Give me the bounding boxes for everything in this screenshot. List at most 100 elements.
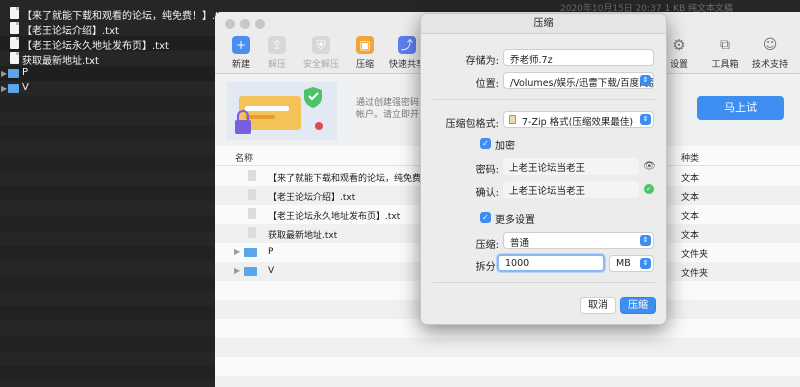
save-as-label: 存储为:: [465, 56, 499, 67]
settings-label: 设置: [669, 60, 688, 70]
banner-text: 通过创建强密码帐户。请立即开: [356, 98, 420, 120]
compress-dialog: 压缩 存储为: 乔老师.7z 位置: /Volumes/娱乐/迅雷下载/百度网盘…: [420, 13, 667, 325]
row-name: 获取最新地址.txt: [268, 231, 338, 241]
shield-icon: ⛨: [312, 36, 330, 54]
save-as-input[interactable]: 乔老师.7z: [503, 49, 654, 66]
new-button[interactable]: + 新建: [221, 36, 261, 70]
extract-icon: ⇪: [268, 36, 286, 54]
split-unit-value: MB: [616, 258, 631, 269]
disclosure-triangle-icon[interactable]: ▶: [1, 84, 7, 93]
desktop-item[interactable]: 【来了就能下载和观看的论坛，纯免费！】.txt: [0, 6, 229, 22]
folder-icon: [8, 69, 19, 78]
support-label: 技术支持: [751, 60, 788, 70]
compress-button[interactable]: ▣ 压缩: [345, 36, 385, 70]
new-label: 新建: [231, 60, 250, 70]
folder-icon: [244, 248, 257, 257]
compress-label: 压缩: [355, 60, 374, 70]
location-select[interactable]: /Volumes/娱乐/迅雷下载/百度网盘... ⇕: [503, 72, 654, 89]
close-window-button[interactable]: [225, 19, 235, 29]
confirm-password-input[interactable]: 上老王论坛当老王: [503, 181, 639, 198]
folder-icon: [244, 267, 257, 276]
desktop-item[interactable]: ▶ P: [0, 66, 215, 81]
desktop-item-label: V: [22, 82, 29, 93]
row-kind: 文件夹: [681, 250, 709, 260]
toolbox-label: 工具箱: [711, 60, 739, 70]
desktop-item[interactable]: 获取最新地址.txt: [0, 51, 215, 67]
empty-row: [0, 306, 215, 321]
format-value: 7-Zip 格式(压缩效果最佳): [522, 117, 634, 128]
safe-extract-label: 安全解压: [302, 60, 339, 70]
disclosure-triangle-icon[interactable]: ▶: [234, 247, 240, 256]
extract-button[interactable]: ⇪ 解压: [257, 36, 297, 70]
empty-row: [0, 366, 215, 381]
share-icon: ⤴: [398, 36, 416, 54]
compression-label: 压缩:: [475, 240, 499, 251]
minimize-window-button[interactable]: [240, 19, 250, 29]
row-kind: 文本: [681, 212, 700, 222]
empty-row: [0, 96, 215, 111]
row-kind: 文件夹: [681, 269, 709, 279]
desktop-item-label: 获取最新地址.txt: [22, 56, 99, 67]
divider: [433, 282, 655, 283]
folder-icon: [8, 84, 19, 93]
chevron-updown-icon: ⇕: [640, 258, 651, 269]
desktop-item[interactable]: 【老王论坛永久地址发布页】.txt: [0, 36, 215, 52]
divider: [433, 99, 655, 100]
split-size-input[interactable]: 1000: [497, 254, 605, 272]
row-kind: 文本: [681, 193, 700, 203]
dialog-title: 压缩: [421, 14, 666, 34]
zoom-window-button[interactable]: [255, 19, 265, 29]
more-settings-checkbox[interactable]: ✓: [480, 212, 491, 223]
row-kind: 文本: [681, 174, 700, 184]
text-file-icon: [248, 170, 256, 181]
column-header-name[interactable]: 名称: [235, 151, 253, 164]
support-button[interactable]: ☺ 技术支持: [744, 36, 796, 70]
disclosure-triangle-icon[interactable]: ▶: [234, 266, 240, 275]
empty-row: [0, 156, 215, 171]
toolbox-button[interactable]: ⧉ 工具箱: [705, 36, 745, 70]
password-input[interactable]: 上老王论坛当老王: [503, 158, 639, 175]
empty-row: [0, 186, 215, 201]
text-file-icon: [248, 208, 256, 219]
split-unit-select[interactable]: MB ⇕: [609, 255, 654, 272]
empty-row: [0, 246, 215, 261]
cancel-button[interactable]: 取消: [580, 297, 616, 314]
desktop-item-label: 【来了就能下载和观看的论坛，纯免费！】.txt: [22, 11, 229, 22]
archive-icon: [509, 115, 516, 124]
row-name: 【来了就能下载和观看的论坛，纯免费！】: [268, 174, 440, 184]
check-circle-icon: ✓: [644, 184, 654, 194]
safe-extract-button[interactable]: ⛨ 安全解压: [301, 36, 341, 70]
text-file-icon: [248, 189, 256, 200]
desktop-item[interactable]: 【老王论坛介绍】.txt: [0, 21, 215, 37]
desktop-item-label: P: [22, 67, 29, 78]
disclosure-triangle-icon[interactable]: ▶: [1, 69, 7, 78]
compression-level-select[interactable]: 普通 ⇕: [503, 232, 654, 249]
security-illustration-icon: [227, 82, 337, 140]
empty-row: [215, 338, 800, 357]
desktop-item-label: 【老王论坛永久地址发布页】.txt: [22, 41, 169, 52]
encrypt-checkbox[interactable]: ✓: [480, 138, 491, 149]
text-file-icon: [10, 52, 19, 64]
eye-icon[interactable]: 👁: [643, 161, 656, 172]
confirm-label: 确认:: [475, 188, 499, 199]
chevron-updown-icon: ⇕: [640, 235, 651, 246]
location-label: 位置:: [475, 79, 499, 90]
plus-icon: +: [232, 36, 250, 54]
try-now-button[interactable]: 马上试: [697, 96, 784, 120]
column-header-kind[interactable]: 种类: [681, 151, 699, 164]
text-file-icon: [248, 227, 256, 238]
password-label: 密码:: [475, 165, 499, 176]
extract-label: 解压: [267, 60, 286, 70]
format-select[interactable]: 7-Zip 格式(压缩效果最佳) ⇕: [503, 111, 654, 128]
desktop-item[interactable]: ▶ V: [0, 81, 215, 96]
text-file-icon: [10, 37, 19, 49]
compression-value: 普通: [510, 238, 530, 249]
compress-confirm-button[interactable]: 压缩: [620, 297, 656, 314]
toolbox-icon: ⧉: [720, 37, 730, 53]
support-icon: ☺: [762, 37, 778, 53]
format-label: 压缩包格式:: [445, 119, 499, 130]
text-file-icon: [10, 22, 19, 34]
empty-row: [0, 336, 215, 351]
row-name: P: [268, 247, 274, 257]
row-name: 【老王论坛永久地址发布页】.txt: [268, 212, 401, 222]
